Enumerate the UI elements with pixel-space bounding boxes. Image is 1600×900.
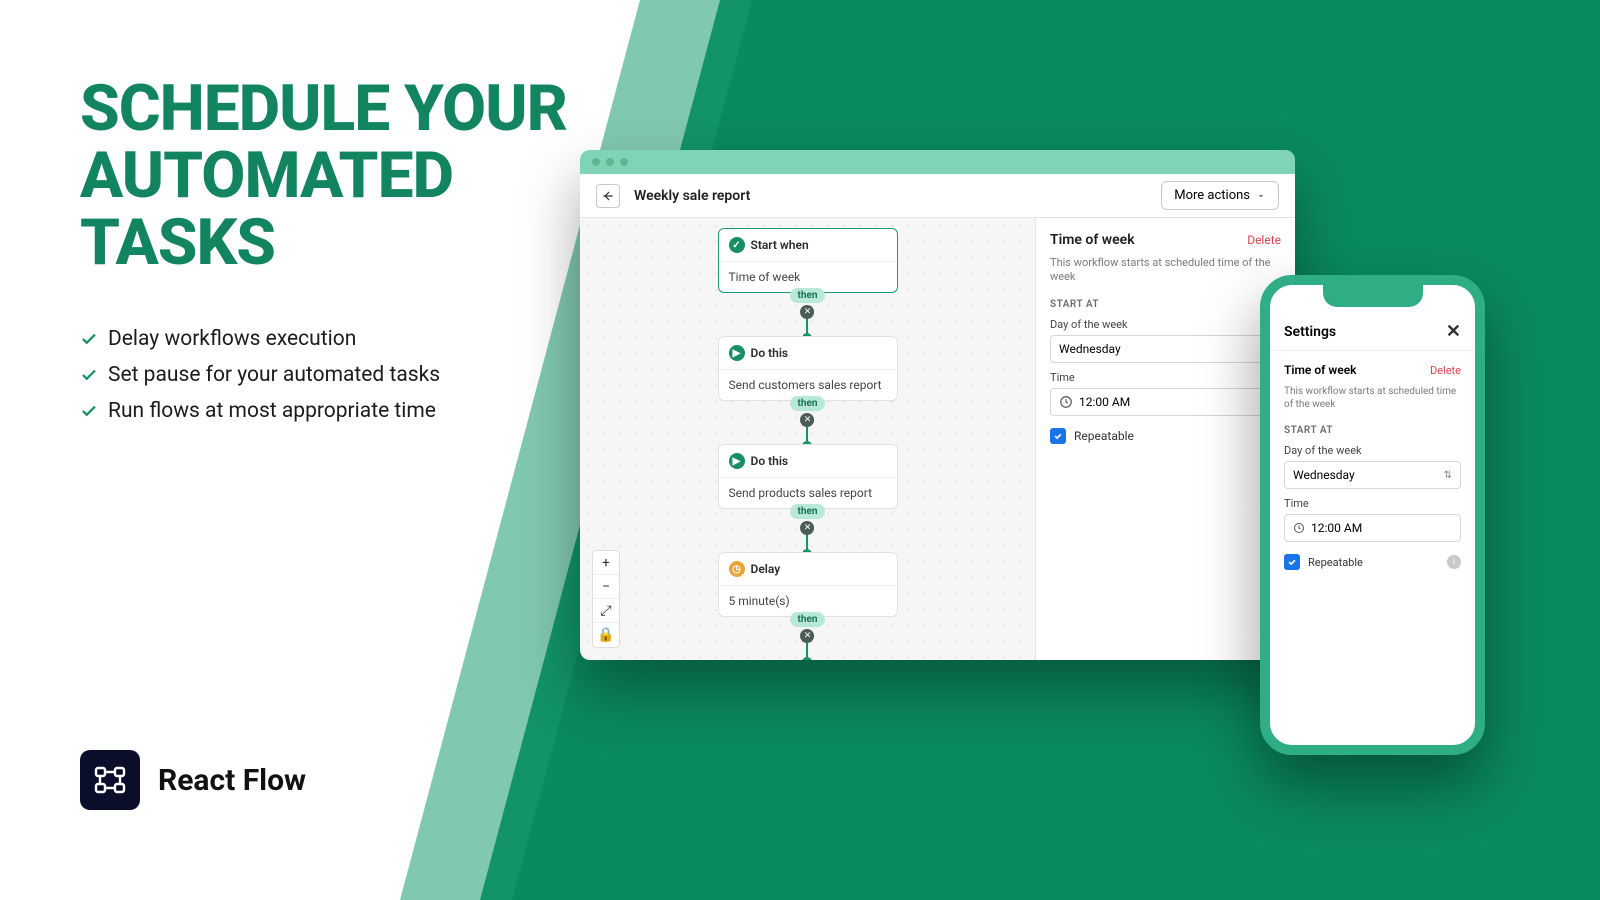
check-circle-icon: ✓ <box>729 237 745 253</box>
phone-header-title: Settings <box>1284 324 1336 340</box>
day-select[interactable]: Wednesday <box>1050 335 1281 363</box>
panel-title: Time of week <box>1050 232 1135 248</box>
flow-connector: then✕ <box>790 396 826 451</box>
select-arrows-icon: ⇅ <box>1444 470 1452 481</box>
flow-node-start[interactable]: ✓Start when Time of week <box>718 228 898 293</box>
lock-button[interactable]: 🔒 <box>593 623 619 647</box>
repeatable-label: Repeatable <box>1074 429 1134 443</box>
feature-item: Run flows at most appropriate time <box>108 399 436 423</box>
panel-section-label: START AT <box>1050 299 1281 310</box>
brand-logo-icon <box>80 750 140 810</box>
app-window: Weekly sale report More actions ✓Start w… <box>580 150 1295 660</box>
fit-view-button[interactable]: ⤢ <box>593 599 619 623</box>
workflow-title: Weekly sale report <box>634 188 750 204</box>
flow-connector: then✕ <box>790 288 826 343</box>
phone-time-input[interactable]: 12:00 AM <box>1284 514 1461 542</box>
zoom-controls: + − ⤢ 🔒 <box>592 550 620 648</box>
back-button[interactable] <box>596 184 620 208</box>
delete-button[interactable]: Delete <box>1247 233 1281 247</box>
time-label: Time <box>1050 371 1281 384</box>
phone-repeatable-checkbox[interactable] <box>1284 554 1300 570</box>
phone-panel-title: Time of week <box>1284 363 1357 377</box>
remove-connector-icon[interactable]: ✕ <box>800 629 814 643</box>
phone-mock: Settings ✕ Time of week Delete This work… <box>1260 275 1485 755</box>
remove-connector-icon[interactable]: ✕ <box>800 413 814 427</box>
more-actions-button[interactable]: More actions <box>1161 181 1279 210</box>
remove-connector-icon[interactable]: ✕ <box>800 305 814 319</box>
phone-day-select[interactable]: Wednesday⇅ <box>1284 461 1461 489</box>
zoom-out-button[interactable]: − <box>593 575 619 599</box>
feature-list: Delay workflows execution Set pause for … <box>80 327 600 423</box>
phone-time-label: Time <box>1284 497 1461 510</box>
phone-delete-button[interactable]: Delete <box>1430 364 1461 377</box>
flow-connector: then✕ <box>790 612 826 660</box>
flow-canvas[interactable]: ✓Start when Time of week then✕ ▶Do this … <box>580 218 1035 660</box>
check-icon <box>80 330 98 348</box>
clock-icon <box>1059 395 1073 409</box>
phone-day-label: Day of the week <box>1284 444 1461 457</box>
window-titlebar <box>580 150 1295 174</box>
info-icon[interactable]: i <box>1447 555 1461 569</box>
brand-row: React Flow <box>80 750 306 810</box>
brand-name: React Flow <box>158 763 306 798</box>
remove-connector-icon[interactable]: ✕ <box>800 521 814 535</box>
flow-node-action[interactable]: ▶Do this Send customers sales report <box>718 336 898 401</box>
feature-item: Set pause for your automated tasks <box>108 363 440 387</box>
check-icon <box>80 402 98 420</box>
phone-repeatable-label: Repeatable <box>1308 556 1363 569</box>
close-icon[interactable]: ✕ <box>1446 321 1461 342</box>
flow-node-delay[interactable]: ◷Delay 5 minute(s) <box>718 552 898 617</box>
time-input[interactable]: 12:00 AM <box>1050 388 1281 416</box>
clock-icon: ◷ <box>729 561 745 577</box>
zoom-in-button[interactable]: + <box>593 551 619 575</box>
panel-description: This workflow starts at scheduled time o… <box>1050 256 1281 285</box>
play-circle-icon: ▶ <box>729 453 745 469</box>
clock-icon <box>1293 522 1305 534</box>
flow-connector: then✕ <box>790 504 826 559</box>
feature-item: Delay workflows execution <box>108 327 356 351</box>
play-circle-icon: ▶ <box>729 345 745 361</box>
day-label: Day of the week <box>1050 318 1281 331</box>
flow-node-action[interactable]: ▶Do this Send products sales report <box>718 444 898 509</box>
settings-panel: Time of week Delete This workflow starts… <box>1035 218 1295 660</box>
page-headline: SCHEDULE YOUR AUTOMATED TASKS <box>80 75 600 277</box>
repeatable-checkbox[interactable] <box>1050 428 1066 444</box>
check-icon <box>80 366 98 384</box>
phone-section-label: START AT <box>1284 425 1461 436</box>
caret-down-icon <box>1256 191 1266 201</box>
phone-panel-description: This workflow starts at scheduled time o… <box>1284 385 1461 411</box>
